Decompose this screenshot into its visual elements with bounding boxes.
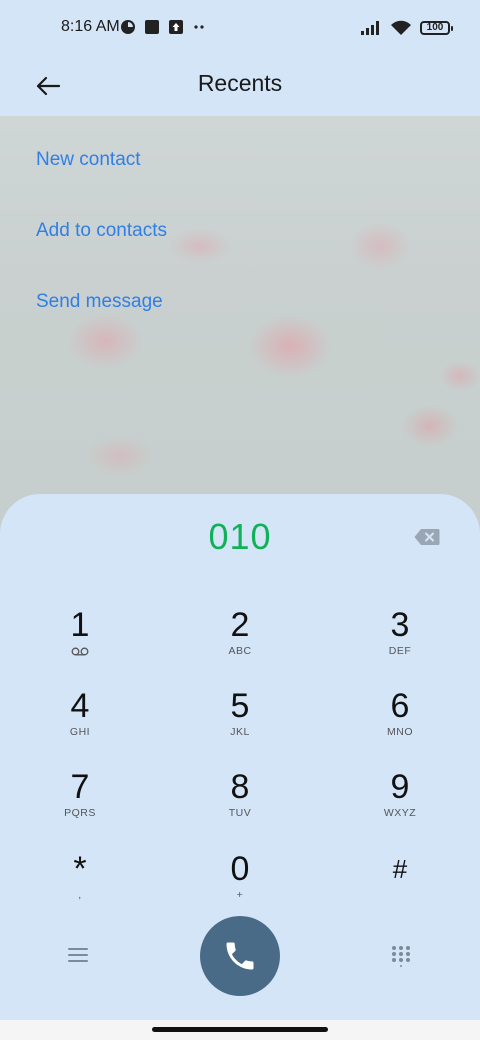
key-letters: , <box>78 889 82 901</box>
key-letters: ABC <box>228 645 252 657</box>
phone-icon <box>226 942 254 970</box>
wifi-icon <box>391 20 411 35</box>
key-digit: 0 <box>230 850 250 888</box>
key-digit: 6 <box>390 687 410 725</box>
header: Recents <box>0 56 480 116</box>
backspace-button[interactable] <box>414 528 440 546</box>
key-8[interactable]: 8 TUV <box>180 768 300 838</box>
key-letters: GHI <box>69 726 91 738</box>
key-digit: 7 <box>70 768 90 806</box>
dialed-number: 010 <box>208 516 272 557</box>
keypad-toggle-icon[interactable] <box>390 945 412 967</box>
key-star[interactable]: * , <box>20 850 140 920</box>
key-digit: 1 <box>70 606 90 644</box>
key-digit: # <box>392 854 408 884</box>
battery-icon: 100 <box>420 21 453 35</box>
square-notification-icon <box>145 20 159 34</box>
wallpaper-backdrop: New contact Add to contacts Send message <box>0 116 480 536</box>
key-2[interactable]: 2 ABC <box>180 606 300 676</box>
voicemail-icon <box>71 647 89 656</box>
page-title: Recents <box>197 70 283 96</box>
key-letters: JKL <box>230 726 250 738</box>
key-digit: * <box>73 850 87 888</box>
key-5[interactable]: 5 JKL <box>180 687 300 757</box>
dialpad-sheet: 010 1 2 ABC 3 DEF 4 GHI 5 JKL 6 MNO 7 PQ… <box>0 494 480 1020</box>
navigation-bar <box>0 1020 480 1040</box>
key-0[interactable]: 0 + <box>180 850 300 920</box>
key-digit: 9 <box>390 768 410 806</box>
add-to-contacts-link[interactable]: Add to contacts <box>36 220 167 242</box>
menu-icon[interactable] <box>66 946 90 964</box>
key-4[interactable]: 4 GHI <box>20 687 140 757</box>
key-letters: TUV <box>228 807 252 819</box>
send-message-link[interactable]: Send message <box>36 291 163 313</box>
key-1[interactable]: 1 <box>20 606 140 676</box>
key-digit: 2 <box>230 606 250 644</box>
key-digit: 4 <box>70 687 90 725</box>
key-letters: PQRS <box>64 807 96 819</box>
app-notification-icon <box>121 20 135 34</box>
key-6[interactable]: 6 MNO <box>340 687 460 757</box>
key-7[interactable]: 7 PQRS <box>20 768 140 838</box>
key-3[interactable]: 3 DEF <box>340 606 460 676</box>
key-letters: WXYZ <box>383 807 417 819</box>
key-digit: 5 <box>230 687 250 725</box>
call-button[interactable] <box>200 916 280 996</box>
more-dots-icon <box>194 25 204 29</box>
key-9[interactable]: 9 WXYZ <box>340 768 460 838</box>
status-time: 8:16 AM <box>61 18 120 35</box>
key-hash[interactable]: # <box>340 850 460 920</box>
key-digit: 3 <box>390 606 410 644</box>
key-letters: MNO <box>387 726 413 738</box>
upload-notification-icon <box>169 20 183 34</box>
status-bar: 8:16 AM 100 <box>0 0 480 56</box>
signal-icon <box>361 21 379 35</box>
backspace-icon <box>414 529 440 545</box>
key-digit: 8 <box>230 768 250 806</box>
notification-icons <box>120 18 206 36</box>
key-letters: DEF <box>388 645 412 657</box>
home-indicator[interactable] <box>152 1027 328 1032</box>
system-icons: 100 <box>360 18 453 38</box>
key-letters: + <box>236 889 244 901</box>
new-contact-link[interactable]: New contact <box>36 149 141 171</box>
